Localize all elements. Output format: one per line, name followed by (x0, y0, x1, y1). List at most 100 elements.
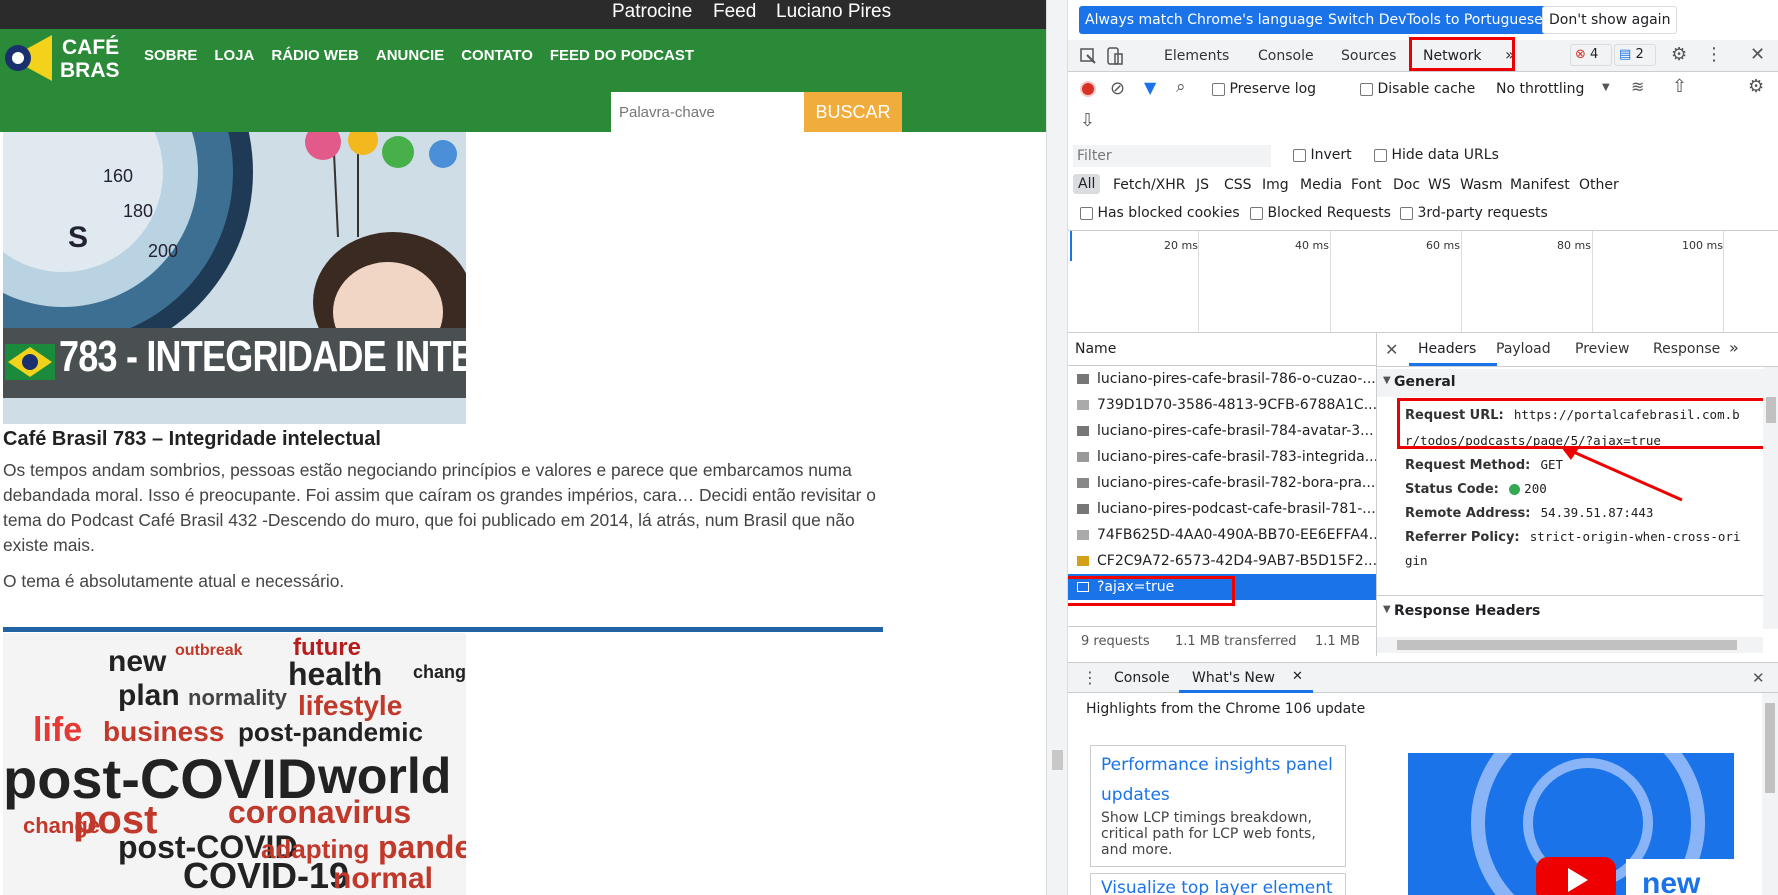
network-conditions-icon[interactable]: ≋ (1631, 77, 1644, 96)
messages-badge[interactable]: ▤ 2 (1614, 44, 1656, 66)
nav-sobre[interactable]: SOBRE (144, 47, 197, 64)
switch-portuguese-button[interactable]: Switch DevTools to Portuguese (1322, 6, 1549, 34)
request-row[interactable]: luciano-pires-cafe-brasil-786-o-cuzao-..… (1068, 366, 1376, 392)
hide-data-urls-checkbox[interactable]: Hide data URLs (1374, 147, 1499, 163)
details-vertical-scrollbar[interactable] (1763, 367, 1778, 629)
details-tab-response[interactable]: Response (1653, 341, 1720, 357)
type-manifest[interactable]: Manifest (1510, 177, 1570, 193)
timeline-tick: 100 ms (1682, 239, 1723, 252)
nav-anuncie[interactable]: ANUNCIE (376, 47, 444, 64)
card-title[interactable]: Performance insights panel updates (1101, 750, 1335, 810)
type-wasm[interactable]: Wasm (1460, 177, 1502, 193)
has-blocked-cookies-label: Has blocked cookies (1097, 205, 1240, 221)
request-row[interactable]: luciano-pires-cafe-brasil-783-integrida.… (1068, 444, 1376, 470)
post-783-title[interactable]: Café Brasil 783 – Integridade intelectua… (3, 428, 381, 451)
referrer-policy-label: Referrer Policy: (1405, 530, 1520, 545)
type-other[interactable]: Other (1579, 177, 1619, 193)
nav-contato[interactable]: CONTATO (461, 47, 533, 64)
inspect-element-icon[interactable] (1080, 48, 1096, 64)
has-blocked-cookies-checkbox[interactable]: Has blocked cookies (1080, 205, 1240, 221)
type-img[interactable]: Img (1262, 177, 1289, 193)
details-horizontal-scrollbar[interactable] (1377, 637, 1763, 653)
request-row[interactable]: 739D1D70-3586-4813-9CFB-6788A1C... (1068, 392, 1376, 418)
request-row[interactable]: 74FB625D-4AA0-490A-BB70-EE6EFFA4... (1068, 522, 1376, 548)
preserve-log-checkbox[interactable]: Preserve log (1212, 81, 1316, 97)
cafe-brasil-logo[interactable]: CAFÉ BRASIL (0, 29, 138, 87)
drawer-tab-whats-new[interactable]: What's New (1192, 670, 1275, 686)
chevron-down-icon[interactable]: ▼ (1602, 82, 1610, 93)
drawer-tab-console[interactable]: Console (1114, 670, 1170, 686)
drawer-menu-icon[interactable]: ⋮ (1082, 668, 1098, 687)
import-har-icon[interactable]: ⇧ (1672, 76, 1687, 97)
topbar-link-feed[interactable]: Feed (713, 1, 756, 23)
nav-loja[interactable]: LOJA (214, 47, 254, 64)
site-topbar: Patrocine Feed Luciano Pires (0, 0, 1046, 29)
general-section-header[interactable]: ▼ General (1377, 369, 1763, 397)
post-covid-wordcloud-image[interactable]: new outbreak future health change plan n… (3, 633, 466, 895)
device-toolbar-icon[interactable] (1106, 46, 1124, 66)
details-tab-headers[interactable]: Headers (1418, 341, 1476, 357)
status-code-row: Status Code: 200 (1405, 481, 1547, 497)
card-title[interactable]: Visualize top layer element in (1101, 878, 1335, 895)
request-row[interactable]: luciano-pires-cafe-brasil-782-bora-pra..… (1068, 470, 1376, 496)
tab-console[interactable]: Console (1258, 48, 1314, 64)
blocked-requests-checkbox[interactable]: Blocked Requests (1250, 205, 1391, 221)
response-headers-section[interactable]: ▼ Response Headers (1377, 598, 1763, 624)
devtools-splitter[interactable] (1046, 0, 1068, 895)
nav-feed-do-podcast[interactable]: FEED DO PODCAST (550, 47, 694, 64)
network-filter-input[interactable] (1072, 144, 1272, 168)
export-har-icon[interactable]: ⇩ (1080, 110, 1095, 131)
nav-radio-web[interactable]: RÁDIO WEB (271, 47, 359, 64)
request-row[interactable]: CF2C9A72-6573-42D4-9AB7-B5D15F2... (1068, 548, 1376, 574)
search-icon[interactable]: ⌕ (1176, 77, 1186, 97)
type-fetch-xhr[interactable]: Fetch/XHR (1113, 177, 1186, 193)
throttling-select[interactable]: No throttling (1496, 81, 1584, 97)
wc-word: outbreak (175, 642, 243, 659)
close-whats-new-icon[interactable]: ✕ (1292, 669, 1303, 684)
site-search-button[interactable]: BUSCAR (804, 92, 902, 132)
type-font[interactable]: Font (1351, 177, 1381, 193)
filter-funnel-icon[interactable]: ▼ (1144, 78, 1156, 97)
network-settings-icon[interactable]: ⚙ (1748, 76, 1764, 97)
whats-new-card-top-layer[interactable]: Visualize top layer element in (1090, 873, 1346, 895)
type-js[interactable]: JS (1196, 177, 1209, 193)
network-timeline-overview[interactable]: 20 ms 40 ms 60 ms 80 ms 100 ms (1068, 230, 1778, 333)
tab-elements[interactable]: Elements (1164, 48, 1229, 64)
details-tab-payload[interactable]: Payload (1496, 341, 1551, 357)
third-party-checkbox[interactable]: 3rd-party requests (1400, 205, 1548, 221)
record-icon[interactable] (1080, 81, 1096, 97)
disable-cache-checkbox[interactable]: Disable cache (1360, 81, 1475, 97)
settings-gear-icon[interactable]: ⚙ (1671, 44, 1687, 65)
drawer-scrollbar[interactable] (1762, 693, 1778, 895)
post-783-thumbnail[interactable]: 160 180 200 S 783 - INTEGRIDADE INTELECT… (3, 132, 466, 424)
request-row[interactable]: luciano-pires-cafe-brasil-784-avatar-3..… (1068, 418, 1376, 444)
type-ws[interactable]: WS (1428, 177, 1451, 193)
kebab-menu-icon[interactable]: ⋮ (1705, 44, 1723, 65)
invert-checkbox[interactable]: Invert (1293, 147, 1352, 163)
whats-new-card-performance[interactable]: Performance insights panel updates Show … (1090, 745, 1346, 867)
site-search-input[interactable] (611, 92, 804, 132)
image-file-icon (1077, 530, 1089, 540)
errors-badge[interactable]: ⊗ 4 (1570, 44, 1612, 66)
more-details-tabs-icon[interactable]: » (1729, 338, 1739, 357)
name-column-header[interactable]: Name (1075, 341, 1116, 357)
dont-show-again-button[interactable]: Don't show again (1542, 6, 1678, 34)
clear-icon[interactable]: ⊘ (1110, 78, 1125, 99)
whats-new-video-thumbnail[interactable]: new (1408, 753, 1734, 895)
topbar-link-luciano[interactable]: Luciano Pires (776, 1, 891, 23)
details-tab-preview[interactable]: Preview (1575, 341, 1630, 357)
wc-word: pande (378, 829, 466, 865)
match-language-button[interactable]: Always match Chrome's language (1079, 6, 1329, 34)
tab-sources[interactable]: Sources (1341, 48, 1396, 64)
type-all[interactable]: All (1073, 174, 1101, 194)
type-css[interactable]: CSS (1224, 177, 1252, 193)
response-headers-title: Response Headers (1394, 603, 1541, 619)
close-drawer-icon[interactable]: ✕ (1752, 669, 1765, 687)
type-doc[interactable]: Doc (1393, 177, 1420, 193)
request-row[interactable]: luciano-pires-podcast-cafe-brasil-781-..… (1068, 496, 1376, 522)
message-icon: ▤ (1619, 47, 1632, 62)
close-details-icon[interactable]: ✕ (1385, 340, 1398, 359)
topbar-link-patrocine[interactable]: Patrocine (612, 1, 692, 23)
close-devtools-icon[interactable]: ✕ (1750, 44, 1765, 65)
type-media[interactable]: Media (1300, 177, 1342, 193)
